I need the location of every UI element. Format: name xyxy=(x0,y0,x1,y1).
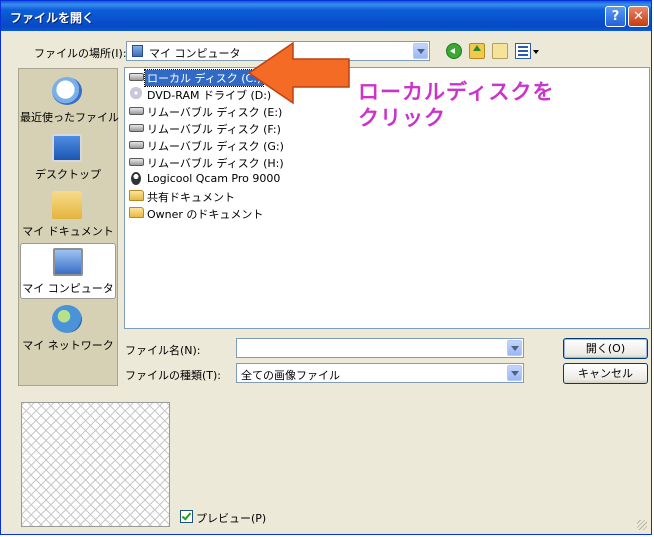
place-my-computer[interactable]: マイ コンピュータ xyxy=(20,243,116,299)
preview-pane xyxy=(21,402,170,527)
file-name: リムーバブル ディスク (F:) xyxy=(147,123,281,136)
file-type-label: ファイルの種類(T): xyxy=(125,369,222,382)
webcam-icon xyxy=(131,172,141,185)
preview-checkbox[interactable] xyxy=(180,510,193,523)
chevron-down-icon[interactable] xyxy=(413,43,428,59)
resize-grip-icon[interactable] xyxy=(637,520,647,530)
my-documents-icon xyxy=(52,191,82,219)
file-name: リムーバブル ディスク (E:) xyxy=(147,106,283,119)
places-bar: 最近使ったファイル デスクトップ マイ ドキュメント マイ コンピュータ マイ … xyxy=(18,68,119,386)
file-name: Owner のドキュメント xyxy=(147,208,264,221)
dvd-drive-icon xyxy=(130,87,142,99)
callout-line-1: ローカルディスクを xyxy=(358,80,555,104)
place-recent[interactable]: 最近使ったファイル xyxy=(20,73,119,129)
up-folder-icon[interactable] xyxy=(469,43,485,59)
removable-disk-icon xyxy=(129,124,144,132)
view-menu-arrow-icon[interactable] xyxy=(533,50,539,54)
preview-checkbox-label[interactable]: プレビュー(P) xyxy=(196,510,266,526)
chevron-down-icon[interactable] xyxy=(507,340,522,356)
view-menu-icon[interactable] xyxy=(515,43,531,59)
title-bar[interactable]: ファイルを開く ? ✕ xyxy=(1,1,651,31)
callout-arrow-icon xyxy=(247,41,350,105)
chevron-down-icon[interactable] xyxy=(507,365,522,381)
my-computer-icon xyxy=(53,248,83,276)
place-label: マイ ネットワーク xyxy=(22,339,114,352)
open-button[interactable]: 開く(O) xyxy=(563,338,648,359)
file-name: リムーバブル ディスク (G:) xyxy=(147,140,284,153)
place-label: デスクトップ xyxy=(35,168,101,181)
open-file-dialog: ファイルを開く ? ✕ ファイルの場所(I): マイ コンピュータ 最近使ったフ… xyxy=(0,0,652,535)
look-in-label: ファイルの場所(I): xyxy=(34,47,127,60)
file-type-value: 全ての画像ファイル xyxy=(241,369,340,382)
file-name-input[interactable] xyxy=(236,338,524,358)
removable-disk-icon xyxy=(129,107,144,115)
callout-text: ローカルディスクを クリック xyxy=(358,79,555,131)
folder-icon xyxy=(129,190,144,201)
recent-clock-icon xyxy=(52,77,82,105)
back-icon[interactable] xyxy=(446,43,462,59)
close-button[interactable]: ✕ xyxy=(628,6,649,27)
place-my-network[interactable]: マイ ネットワーク xyxy=(20,301,116,357)
my-computer-icon xyxy=(132,45,143,57)
new-folder-icon[interactable] xyxy=(492,43,508,59)
removable-disk-icon xyxy=(129,141,144,149)
file-name: リムーバブル ディスク (H:) xyxy=(147,157,284,170)
callout-line-2: クリック xyxy=(358,106,446,130)
place-my-documents[interactable]: マイ ドキュメント xyxy=(20,187,116,243)
place-desktop[interactable]: デスクトップ xyxy=(20,130,116,186)
file-name-label: ファイル名(N): xyxy=(125,344,201,357)
place-label: 最近使ったファイル xyxy=(20,111,119,124)
file-name: ローカル ディスク (C:) xyxy=(143,69,265,87)
window-title: ファイルを開く xyxy=(10,11,95,25)
file-name: 共有ドキュメント xyxy=(147,191,235,204)
cancel-button[interactable]: キャンセル xyxy=(563,363,648,384)
my-network-icon xyxy=(52,305,82,333)
folder-icon xyxy=(129,207,144,218)
file-type-dropdown[interactable]: 全ての画像ファイル xyxy=(236,363,524,383)
place-label: マイ ドキュメント xyxy=(22,225,114,238)
place-label: マイ コンピュータ xyxy=(22,282,114,295)
help-button[interactable]: ? xyxy=(605,6,626,27)
file-name: Logicool Qcam Pro 9000 xyxy=(147,172,281,185)
look-in-value: マイ コンピュータ xyxy=(149,47,241,60)
removable-disk-icon xyxy=(129,158,144,166)
hard-drive-icon xyxy=(129,73,144,81)
desktop-icon xyxy=(52,134,82,162)
